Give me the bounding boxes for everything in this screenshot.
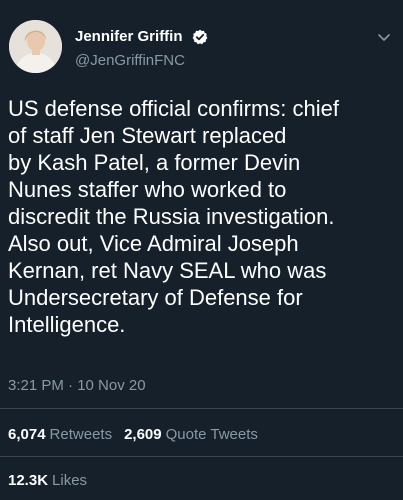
tweet-detail: Jennifer Griffin @JenGriffinFNC US defen… — [0, 0, 403, 500]
likes-stats: 12.3K Likes — [8, 472, 99, 489]
verified-badge-icon — [192, 29, 208, 45]
avatar[interactable] — [9, 20, 62, 73]
tweet-text: US defense official confirms: chief of s… — [8, 96, 339, 337]
timestamp[interactable]: 3:21 PM · 10 Nov 20 — [8, 377, 146, 394]
divider — [0, 456, 403, 457]
quotes-label: Quote Tweets — [165, 426, 258, 443]
handle[interactable]: @JenGriffinFNC — [75, 52, 208, 69]
likes-count: 12.3K — [8, 472, 49, 489]
quotes-count: 2,609 — [124, 426, 162, 443]
display-name[interactable]: Jennifer Griffin — [75, 28, 183, 45]
likes-label: Likes — [52, 472, 88, 489]
divider — [0, 408, 403, 409]
retweets-stat[interactable]: 6,074 Retweets — [8, 426, 124, 443]
quotes-stat[interactable]: 2,609 Quote Tweets — [124, 426, 270, 443]
retweets-label: Retweets — [49, 426, 113, 443]
chevron-down-icon[interactable] — [375, 28, 393, 46]
likes-stat[interactable]: 12.3K Likes — [8, 472, 99, 489]
author-block: Jennifer Griffin @JenGriffinFNC — [75, 28, 208, 69]
retweets-count: 6,074 — [8, 426, 46, 443]
engagement-stats: 6,074 Retweets 2,609 Quote Tweets — [8, 426, 270, 443]
